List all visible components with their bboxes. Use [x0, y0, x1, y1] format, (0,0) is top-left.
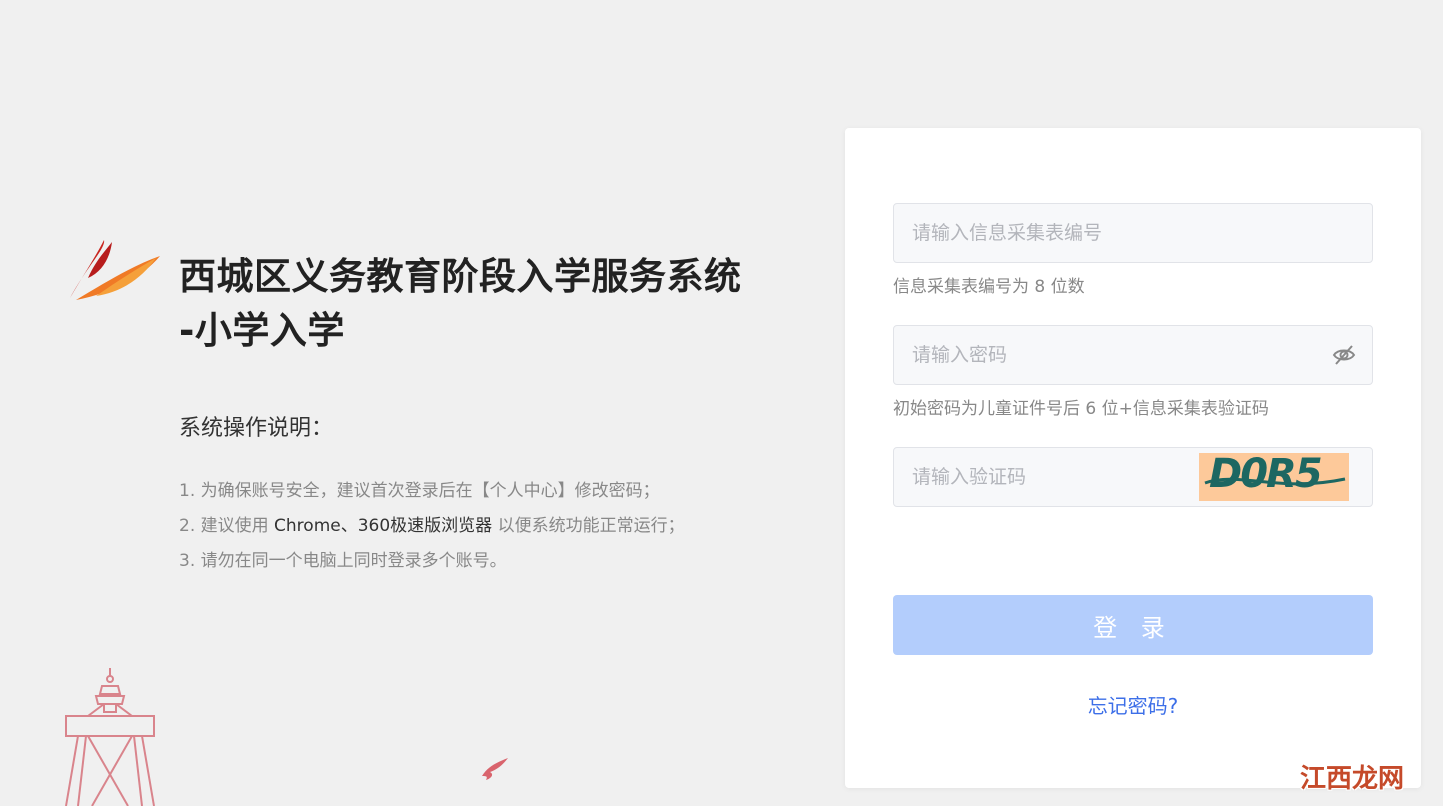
captcha-field: D0R5 [893, 447, 1373, 507]
password-hint: 初始密码为儿童证件号后 6 位+信息采集表验证码 [893, 399, 1269, 419]
form-number-hint: 信息采集表编号为 8 位数 [893, 277, 1085, 297]
instructions-list: 1. 为确保账号安全，建议首次登录后在【个人中心】修改密码； 2. 建议使用 C… [179, 474, 685, 579]
captcha-noise-icon [1204, 477, 1346, 486]
logo-icon [70, 240, 160, 300]
left-panel: 西城区义务教育阶段入学服务系统 -小学入学 系统操作说明： 1. 为确保账号安全… [0, 0, 840, 806]
password-input[interactable] [894, 326, 1372, 384]
watermark-logo: 江西龙网 [1300, 764, 1405, 794]
instruction-item-2-prefix: 2. 建议使用 [179, 516, 275, 536]
tower-illustration-icon [65, 668, 155, 806]
password-field [893, 325, 1373, 385]
form-number-input[interactable] [894, 204, 1372, 262]
bird-icon [482, 758, 508, 780]
page-title: 西城区义务教育阶段入学服务系统 -小学入学 [179, 250, 799, 358]
instruction-item-2-suffix: 以便系统功能正常运行； [492, 516, 685, 536]
instructions-heading: 系统操作说明： [179, 416, 334, 441]
title-line-1: 西城区义务教育阶段入学服务系统 [179, 255, 742, 298]
captcha-image[interactable]: D0R5 [1199, 453, 1349, 501]
forgot-password-link[interactable]: 忘记密码? [845, 690, 1421, 719]
instruction-item-2: 2. 建议使用 Chrome、360极速版浏览器 以便系统功能正常运行； [179, 509, 685, 544]
instruction-item-3: 3. 请勿在同一个电脑上同时登录多个账号。 [179, 551, 507, 571]
login-button[interactable]: 登 录 [893, 595, 1373, 655]
form-number-field [893, 203, 1373, 263]
title-line-2: -小学入学 [179, 309, 345, 352]
login-card: 信息采集表编号为 8 位数 初始密码为儿童证件号后 6 位+信息采集表验证码 D… [845, 128, 1421, 788]
eye-off-icon[interactable] [1332, 344, 1356, 366]
browser-recommendation: Chrome、360极速版浏览器 [274, 516, 493, 536]
instruction-item-1: 1. 为确保账号安全，建议首次登录后在【个人中心】修改密码； [179, 481, 660, 501]
